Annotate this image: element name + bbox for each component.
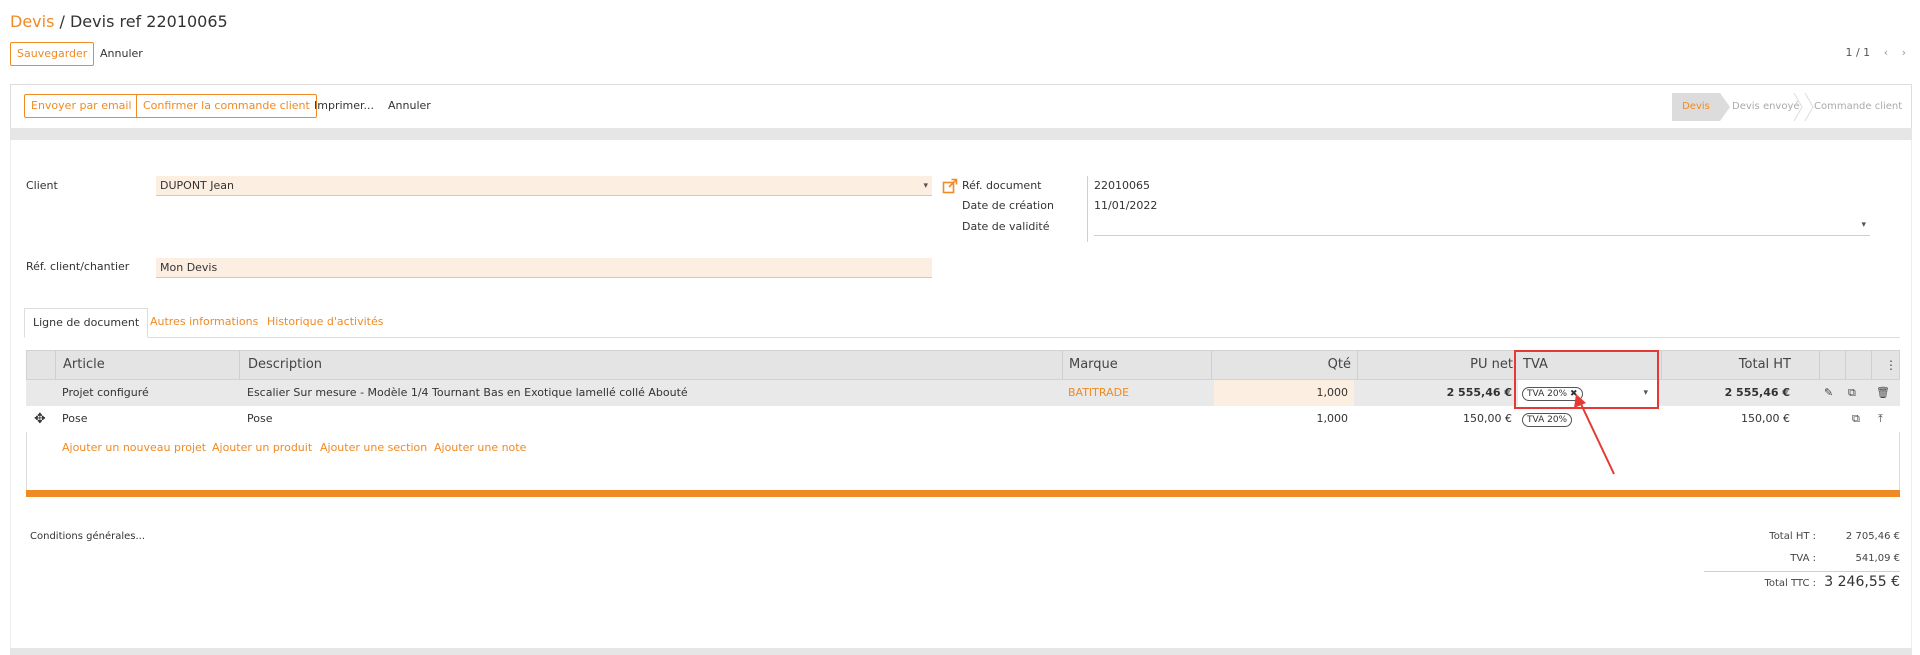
tab-other-info[interactable]: Autres informations (142, 308, 266, 338)
annotation-arrow-icon (1574, 394, 1615, 475)
column-separator (55, 351, 56, 379)
send-email-button[interactable]: Envoyer par email (24, 94, 139, 118)
tva-total-value: 541,09 € (1855, 553, 1900, 564)
validity-date-input[interactable]: ▾ (1094, 216, 1870, 236)
status-step-devis-envoye[interactable]: Devis envoyé (1732, 93, 1800, 121)
cell-unit-price: 150,00 € (1463, 412, 1512, 425)
duplicate-line-icon[interactable]: ⧉ (1852, 406, 1860, 432)
action-bar-shadow (10, 128, 1912, 140)
table-footer-bar (26, 490, 1900, 497)
cell-total-ht: 2 555,46 € (1724, 386, 1790, 399)
total-ht-value: 2 705,46 € (1845, 531, 1900, 542)
cancel-quote-button[interactable]: Annuler (388, 99, 431, 112)
cell-total-ht: 150,00 € (1741, 412, 1790, 425)
pager-counter: 1 / 1 (1845, 46, 1871, 59)
duplicate-line-icon[interactable]: ⧉ (1848, 380, 1856, 406)
sheet-bottom-shadow (10, 648, 1912, 655)
confirm-order-button[interactable]: Confirmer la commande client (136, 94, 317, 118)
move-to-top-icon[interactable]: ⤒ (1878, 406, 1883, 432)
total-ttc-label: Total TTC : (1764, 578, 1816, 589)
column-separator (1845, 351, 1846, 379)
status-step-commande-client[interactable]: Commande client (1814, 93, 1902, 121)
cell-description: Pose (247, 412, 273, 425)
dropdown-caret-icon: ▾ (1861, 220, 1866, 230)
ref-client-input[interactable]: Mon Devis (156, 258, 932, 278)
total-ttc-value: 3 246,55 € (1824, 574, 1900, 590)
total-ht-label: Total HT : (1769, 531, 1816, 542)
column-separator (239, 351, 240, 379)
breadcrumb: Devis / Devis ref 22010065 (10, 12, 228, 31)
info-divider (1087, 176, 1088, 242)
tab-document-lines[interactable]: Ligne de document (24, 308, 149, 338)
col-description[interactable]: Description (248, 351, 322, 379)
status-step-devis[interactable]: Devis (1672, 93, 1730, 121)
cell-article: Projet configuré (62, 386, 149, 399)
tab-activity-history[interactable]: Historique d'activités (259, 308, 391, 338)
col-total-ht[interactable]: Total HT (1661, 351, 1791, 379)
doc-ref-value: 22010065 (1094, 179, 1150, 192)
creation-date-value: 11/01/2022 (1094, 199, 1158, 212)
discard-button[interactable]: Annuler (100, 47, 143, 60)
creation-date-label: Date de création (962, 199, 1054, 212)
cell-qty[interactable]: 1,000 (1214, 406, 1354, 432)
pager: 1 / 1 ‹ › (1845, 46, 1906, 59)
tva-tag: TVA 20% (1522, 413, 1573, 427)
add-project-link[interactable]: Ajouter un nouveau projet (62, 441, 206, 454)
print-button[interactable]: Imprimer... (314, 99, 374, 112)
chevron-right-icon[interactable]: › (1902, 46, 1906, 59)
cell-tva[interactable]: TVA 20% (1522, 406, 1573, 432)
external-link-icon[interactable] (942, 178, 958, 194)
delete-line-icon[interactable]: 🗑 (1876, 380, 1890, 406)
column-options-icon[interactable]: ⋮ (1885, 351, 1897, 379)
chevron-left-icon[interactable]: ‹ (1884, 46, 1888, 59)
save-button[interactable]: Sauvegarder (10, 42, 95, 66)
add-section-link[interactable]: Ajouter une section (320, 441, 427, 454)
totals-divider (1704, 571, 1900, 572)
cell-brand[interactable]: BATITRADE (1068, 380, 1129, 406)
col-article[interactable]: Article (63, 351, 105, 379)
col-qty[interactable]: Qté (1211, 351, 1351, 379)
ref-client-label: Réf. client/chantier (26, 260, 130, 273)
column-separator (1871, 351, 1872, 379)
drag-handle-icon[interactable]: ✥ (34, 406, 46, 432)
client-label: Client (26, 179, 58, 192)
cell-article: Pose (62, 412, 88, 425)
validity-date-label: Date de validité (962, 220, 1050, 233)
breadcrumb-separator: / (54, 12, 70, 31)
status-separator-icon (1793, 93, 1803, 121)
cell-unit-price: 2 555,46 € (1446, 386, 1512, 399)
edit-line-icon[interactable]: ✎ (1824, 380, 1833, 406)
col-unit-price[interactable]: PU net (1357, 351, 1513, 379)
tva-total-label: TVA : (1790, 553, 1816, 564)
cell-qty-input[interactable]: 1,000 (1214, 380, 1354, 406)
general-conditions-link[interactable]: Conditions générales... (30, 531, 145, 542)
doc-ref-label: Réf. document (962, 179, 1042, 192)
col-brand[interactable]: Marque (1069, 351, 1118, 379)
breadcrumb-root-link[interactable]: Devis (10, 12, 54, 31)
add-product-link[interactable]: Ajouter un produit (212, 441, 312, 454)
page-title: Devis ref 22010065 (69, 12, 228, 31)
column-separator (1819, 351, 1820, 379)
client-select[interactable]: DUPONT Jean ▾ (156, 176, 932, 196)
cell-description: Escalier Sur mesure - Modèle 1/4 Tournan… (247, 386, 688, 399)
column-separator (1062, 351, 1063, 379)
dropdown-caret-icon: ▾ (923, 181, 928, 191)
add-note-link[interactable]: Ajouter une note (434, 441, 526, 454)
client-value: DUPONT Jean (160, 179, 234, 192)
status-separator-icon (1804, 93, 1814, 121)
